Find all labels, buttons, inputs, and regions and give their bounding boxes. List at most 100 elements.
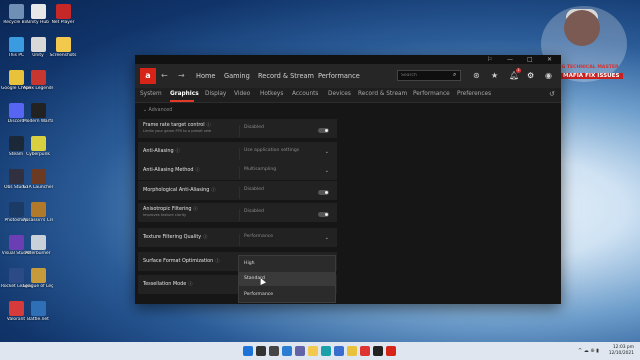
close-button[interactable]: ✕: [547, 56, 552, 63]
desktop-icon-image: [8, 70, 24, 85]
desktop-icon[interactable]: Afterburner: [23, 235, 53, 256]
teams-chat-icon[interactable]: [295, 346, 305, 356]
system-tray[interactable]: ^ ☁ ⊕ ▮: [578, 348, 599, 354]
info-icon[interactable]: ⓘ: [195, 167, 199, 172]
info-icon[interactable]: ⓘ: [203, 234, 207, 239]
desktop-icon[interactable]: Apex Legends: [23, 70, 53, 91]
setting-row: Texture Filtering Quality ⓘ Performance ⌄: [138, 228, 337, 247]
desktop-icon-image: [8, 37, 24, 52]
bug-report-icon[interactable]: ⚐: [487, 56, 492, 63]
settings-subnav: System Graphics Display Video Hotkeys Ac…: [135, 88, 561, 103]
desktop-icon-label: GTA Launcher: [23, 185, 53, 190]
forward-arrow-icon[interactable]: →: [178, 71, 185, 80]
bug-icon[interactable]: ⊛: [473, 71, 480, 80]
edge-icon[interactable]: [321, 346, 331, 356]
media-player-icon[interactable]: [360, 346, 370, 356]
nav-gaming[interactable]: Gaming: [224, 72, 250, 80]
setting-label-text: Morphological Anti-Aliasing: [143, 187, 210, 193]
settings-icon[interactable]: ⚙: [527, 71, 534, 80]
chevron-down-icon[interactable]: ⌄: [325, 168, 329, 174]
windows-start-icon[interactable]: [243, 346, 253, 356]
search-icon[interactable]: ⌕: [453, 71, 456, 79]
star-icon[interactable]: ★: [491, 71, 498, 80]
watermark-subtitle: MAFIA FIX ISSUES: [560, 73, 623, 79]
amd-logo[interactable]: a: [140, 68, 156, 84]
active-tab-indicator: [170, 100, 194, 102]
dropdown-option-performance[interactable]: Performance: [239, 288, 335, 302]
tab-accounts[interactable]: Accounts: [292, 91, 318, 97]
info-icon[interactable]: ⓘ: [215, 258, 219, 263]
widgets-icon[interactable]: [282, 346, 292, 356]
setting-value: Disabled: [244, 125, 264, 130]
nav-performance[interactable]: Performance: [318, 72, 360, 80]
desktop-icon[interactable]: Net Player: [48, 4, 78, 25]
setting-select[interactable]: Use application settings ⌄: [239, 148, 335, 160]
desktop-icon[interactable]: League of Legends: [23, 268, 53, 289]
minimize-button[interactable]: —: [507, 56, 513, 63]
setting-select[interactable]: Multisampling ⌄: [239, 167, 335, 179]
desktop-icon-image: [8, 136, 24, 151]
setting-value: Performance: [244, 234, 274, 239]
task-view-icon[interactable]: [269, 346, 279, 356]
setting-value: Multisampling: [244, 167, 277, 172]
tab-hotkeys[interactable]: Hotkeys: [260, 91, 283, 97]
tab-video[interactable]: Video: [234, 91, 250, 97]
info-icon[interactable]: ⓘ: [207, 122, 211, 127]
chevron-down-icon[interactable]: ⌄: [325, 235, 329, 241]
setting-description: Limits your game FPS to a preset rate: [143, 129, 212, 133]
desktop-icon-image: [30, 70, 46, 85]
advanced-label: Advanced: [148, 108, 173, 113]
nav-home[interactable]: Home: [196, 72, 215, 80]
toggle-switch[interactable]: [318, 128, 329, 133]
info-icon[interactable]: ⓘ: [176, 148, 180, 153]
tab-performance[interactable]: Performance: [413, 91, 450, 97]
tab-preferences[interactable]: Preferences: [457, 91, 491, 97]
taskbar: ^ ☁ ⊕ ▮ 12:03 pm 12/10/2021: [0, 342, 640, 360]
desktop-icon[interactable]: Modern Warfare: [23, 103, 53, 124]
desktop-icon-label: Assassin's Creed: [23, 218, 53, 223]
setting-toggle-control[interactable]: Disabled: [239, 209, 335, 221]
desktop-icon-image: [55, 4, 71, 19]
info-icon[interactable]: ⓘ: [194, 206, 198, 211]
desktop-icon-label: Cyberpunk: [26, 152, 50, 157]
back-arrow-icon[interactable]: ←: [161, 71, 168, 80]
file-explorer-icon[interactable]: [308, 346, 318, 356]
nav-record-stream[interactable]: Record & Stream: [258, 72, 314, 80]
desktop-icon[interactable]: Screenshots: [48, 37, 78, 58]
chrome-icon[interactable]: [347, 346, 357, 356]
toggle-switch[interactable]: [318, 190, 329, 195]
desktop-icon[interactable]: GTA Launcher: [23, 169, 53, 190]
setting-label-text: Anisotropic Filtering: [143, 206, 192, 212]
desktop-icon[interactable]: Cyberpunk: [23, 136, 53, 157]
chevron-down-icon[interactable]: ⌄: [325, 149, 329, 155]
toggle-switch[interactable]: [318, 212, 329, 217]
setting-toggle-control[interactable]: Disabled: [239, 125, 335, 137]
unity-icon[interactable]: [373, 346, 383, 356]
desktop-icon[interactable]: Battle.net: [23, 301, 53, 322]
info-icon[interactable]: ⓘ: [188, 281, 192, 286]
info-icon[interactable]: ⓘ: [211, 187, 215, 192]
clock[interactable]: 12:03 pm 12/10/2021: [609, 345, 634, 357]
dropdown-option-standard[interactable]: Standard: [239, 272, 335, 286]
maximize-button[interactable]: □: [527, 56, 533, 63]
search-input[interactable]: [397, 70, 461, 81]
setting-toggle-control[interactable]: Disabled: [239, 187, 335, 199]
tab-system[interactable]: System: [140, 91, 162, 97]
setting-select[interactable]: Performance ⌄: [239, 234, 335, 246]
amd-icon[interactable]: [386, 346, 396, 356]
tab-record-stream[interactable]: Record & Stream: [358, 91, 407, 97]
desktop-icon-label: Net Player: [51, 20, 75, 25]
desktop-icon-label: Screenshots: [49, 53, 77, 58]
reset-icon[interactable]: ↺: [549, 90, 555, 98]
dropdown-option-high[interactable]: High: [239, 257, 335, 271]
search-icon[interactable]: [256, 346, 266, 356]
top-nav: a ← → Home Gaming Record & Stream Perfor…: [135, 64, 561, 88]
advanced-section-header[interactable]: ⌄ Advanced: [143, 108, 172, 113]
graphics-settings-panel: ⌄ Advanced Frame rate target control ⓘ Lim…: [135, 103, 561, 304]
tab-display[interactable]: Display: [205, 91, 226, 97]
tab-devices[interactable]: Devices: [328, 91, 351, 97]
desktop-icon[interactable]: Assassin's Creed: [23, 202, 53, 223]
user-icon[interactable]: ◉: [545, 71, 552, 80]
tab-graphics[interactable]: Graphics: [170, 91, 199, 97]
store-icon[interactable]: [334, 346, 344, 356]
